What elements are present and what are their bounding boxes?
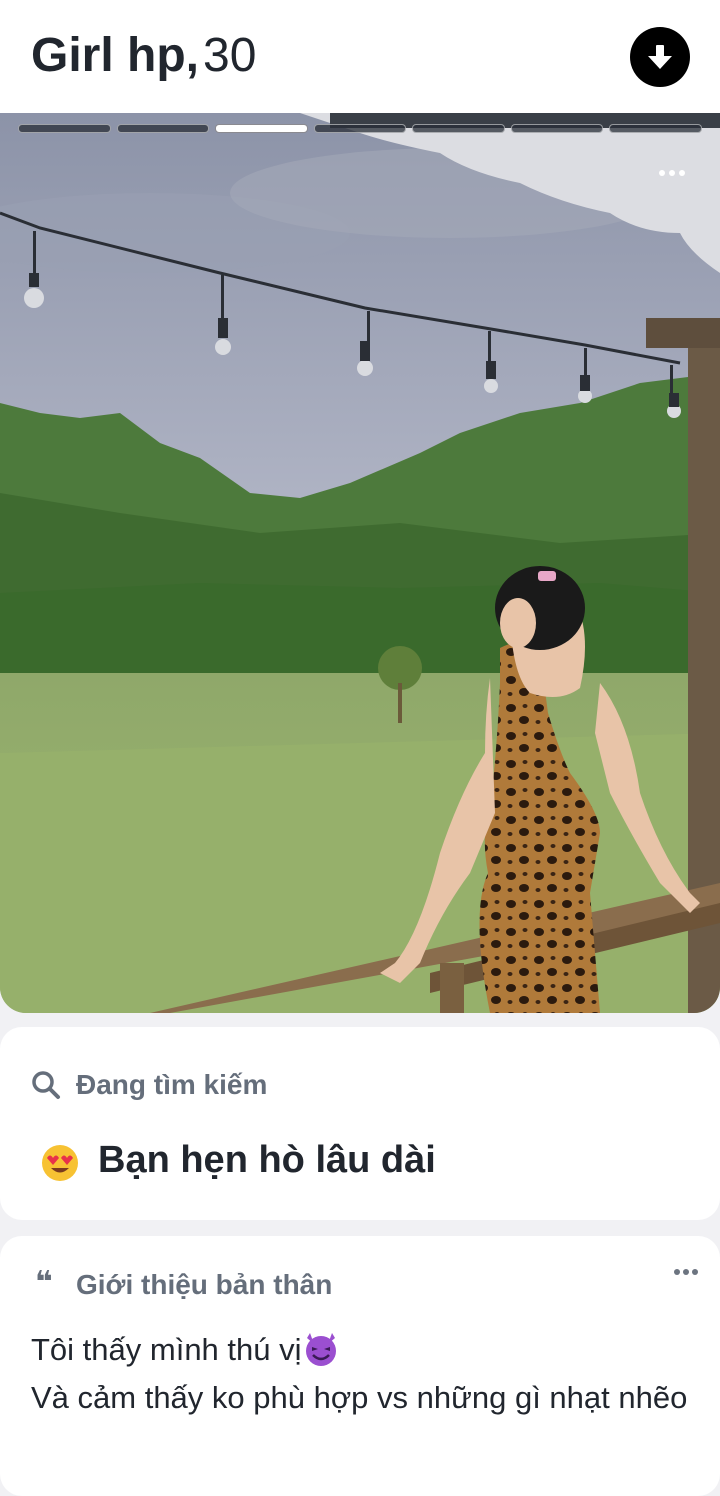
photo-progress-segment: [18, 124, 111, 133]
looking-for-title: Đang tìm kiếm: [76, 1069, 268, 1100]
photo-progress-segment: [116, 124, 210, 133]
heart-eyes-emoji-icon: [42, 1145, 78, 1181]
profile-photo[interactable]: [0, 113, 720, 1013]
photo-progress-segment-active: [215, 124, 308, 133]
photo-progress-indicator: [18, 124, 703, 133]
looking-for-card: [0, 1027, 720, 1220]
arrow-down-icon: [648, 45, 672, 69]
profile-name: Girl hp,: [31, 29, 199, 82]
photo-progress-segment: [412, 124, 505, 133]
bio-more-options-icon[interactable]: [670, 1262, 702, 1282]
profile-age: 30: [203, 29, 257, 82]
photo-progress-segment: [510, 124, 604, 133]
bio-line-2: Và cảm thấy ko phù hợp vs những gì nhạt …: [31, 1380, 688, 1415]
photo-progress-segment: [609, 124, 703, 133]
collapse-profile-button[interactable]: [630, 27, 690, 87]
looking-for-value: Bạn hẹn hò lâu dài: [98, 1139, 436, 1181]
profile-name-age: Girl hp,30: [31, 26, 256, 86]
smiling-devil-emoji-icon: [305, 1333, 336, 1366]
bio-line-1: Tôi thấy mình thú vị: [31, 1332, 302, 1367]
photo-more-options-icon[interactable]: [652, 162, 692, 184]
photo-progress-segment: [313, 124, 407, 133]
bio-title: Giới thiệu bản thân: [76, 1269, 333, 1300]
search-icon: [32, 1071, 60, 1099]
profile-header: Girl hp,30: [0, 0, 720, 113]
bio-text: Tôi thấy mình thú vị Và cảm thấy ko phù …: [31, 1326, 691, 1422]
quote-icon: ❝: [35, 1266, 53, 1299]
